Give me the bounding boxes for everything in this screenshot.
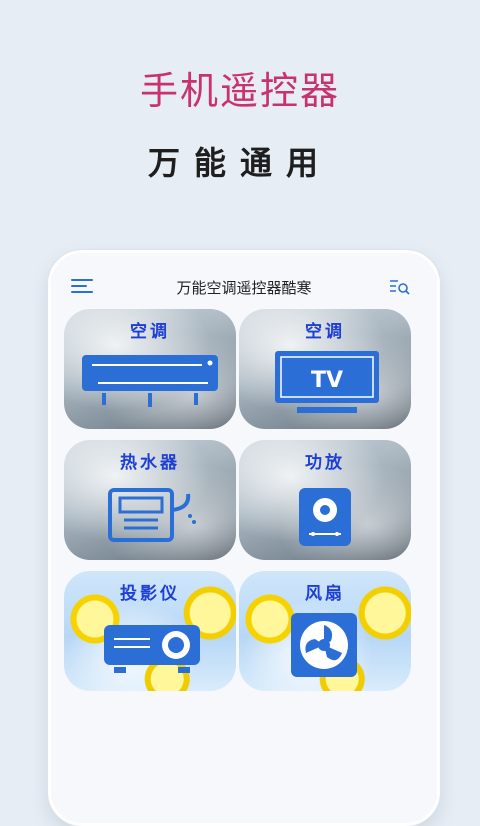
app-bar: 万能空调遥控器酷寒: [51, 253, 437, 313]
search-list-icon[interactable]: [389, 279, 411, 295]
phone-frame: 万能空调遥控器酷寒 空调 空调 TV 热水器 功放 投影仪 风扇: [48, 250, 440, 826]
tile-label: 投影仪: [120, 584, 180, 604]
app-title: 万能空调遥控器酷寒: [176, 279, 312, 297]
tile-air-conditioner[interactable]: 空调: [64, 309, 236, 429]
tile-tv[interactable]: 空调 TV: [239, 309, 411, 429]
tile-label: 空调: [305, 322, 345, 342]
amplifier-icon: [299, 488, 351, 546]
promo-subline: 万能通用: [147, 144, 332, 182]
tile-label: 热水器: [120, 453, 180, 473]
fan-icon: [291, 613, 357, 677]
tv-icon-text: TV: [311, 368, 343, 393]
water-heater-icon: [108, 488, 196, 542]
tile-fan[interactable]: 风扇: [239, 571, 411, 691]
tile-projector[interactable]: 投影仪: [64, 571, 236, 691]
tile-amplifier[interactable]: 功放: [239, 440, 411, 560]
tile-label: 功放: [305, 453, 345, 473]
air-conditioner-icon: [82, 355, 218, 407]
tv-icon: TV: [275, 351, 379, 413]
promo-headline: 手机遥控器: [139, 69, 340, 113]
projector-icon: [104, 625, 200, 673]
tile-label: 风扇: [305, 584, 345, 604]
tile-water-heater[interactable]: 热水器: [64, 440, 236, 560]
tile-label: 空调: [130, 322, 170, 342]
